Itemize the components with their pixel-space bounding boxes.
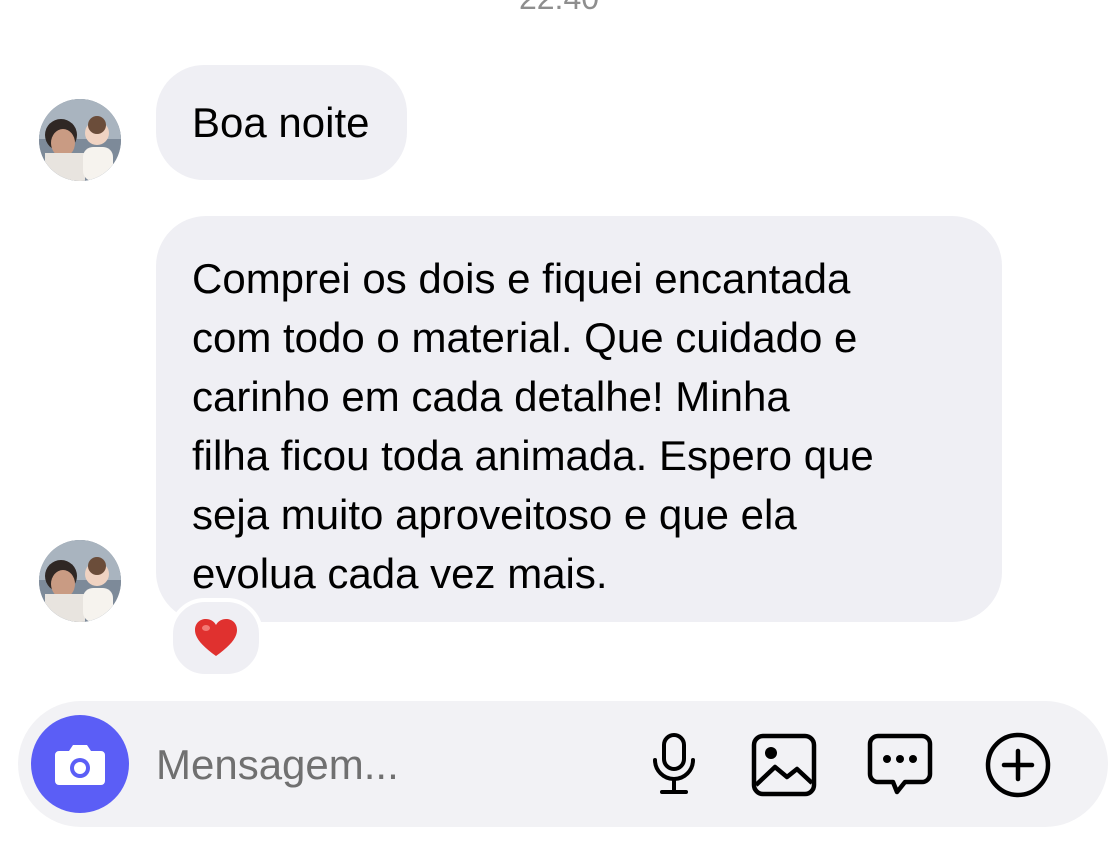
heart-emoji-icon [195,619,237,656]
message-bubble[interactable]: Boa noite [156,65,408,180]
message-text-line: Comprei os dois e fiquei encantada [192,255,851,302]
sticker-chat-icon [867,733,933,795]
message-composer [18,701,1108,827]
contact-avatar[interactable] [39,540,121,622]
message-text-line: evolua cada vez mais. [192,550,608,597]
plus-circle-icon [985,732,1051,798]
gallery-button[interactable] [750,731,818,799]
more-options-button[interactable] [984,731,1052,799]
contact-avatar[interactable] [39,99,121,181]
message-text-line: carinho em cada detalhe! Minha [192,373,790,420]
microphone-button[interactable] [640,731,708,799]
microphone-icon [653,733,695,794]
message-timestamp: 22:40 [0,0,1118,18]
camera-icon [55,745,105,785]
sticker-chat-button[interactable] [866,731,934,799]
avatar-photo [39,540,121,622]
message-text-line: seja muito aproveitoso e que ela [192,491,797,538]
message-text: Boa noite [192,99,370,146]
avatar-photo [39,99,121,181]
gallery-icon [751,733,817,797]
message-bubble[interactable]: Comprei os dois e fiquei encantada com t… [156,216,1002,622]
message-text-line: com todo o material. Que cuidado e [192,314,858,361]
camera-button[interactable] [31,715,129,813]
heart-reaction[interactable] [169,598,263,678]
message-input[interactable] [156,737,596,793]
message-text-line: filha ficou toda animada. Espero que [192,432,874,479]
